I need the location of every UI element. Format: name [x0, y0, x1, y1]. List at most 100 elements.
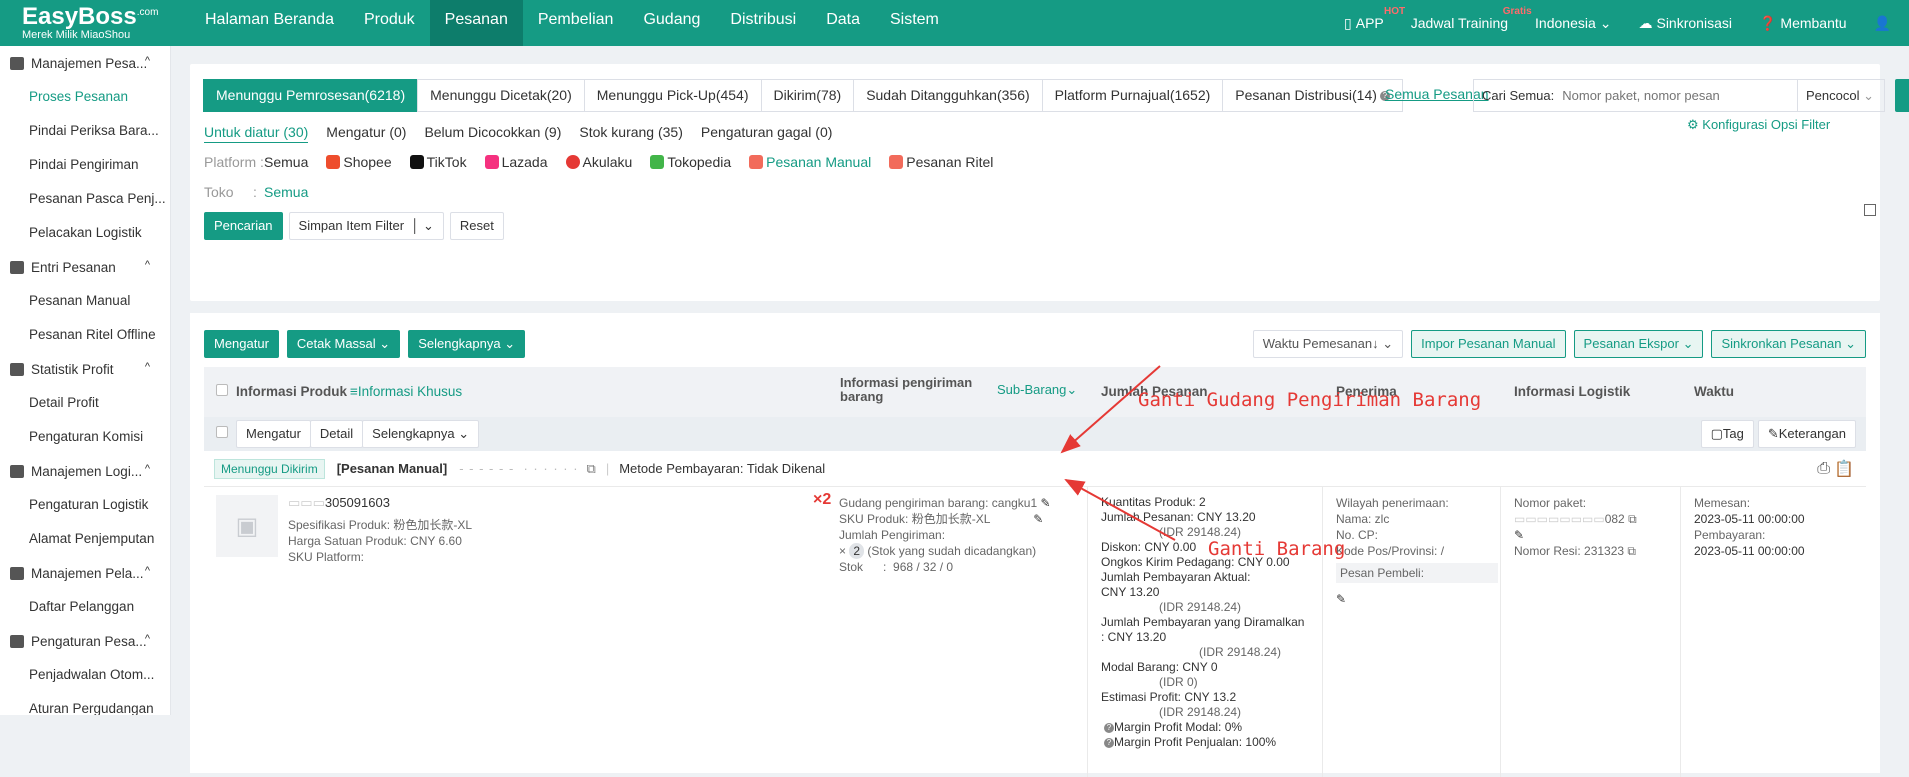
forecast-payment-idr: (IDR 29148.24) [1199, 645, 1282, 659]
platform-lazada[interactable]: Lazada [484, 154, 548, 170]
sidebar-group-order-management[interactable]: Manajemen Pesa... ^ [0, 46, 170, 80]
edit-warehouse-icon[interactable]: ✎ [1040, 496, 1050, 510]
sidebar-group-order-settings[interactable]: Pengaturan Pesa... ^ [0, 624, 170, 658]
copy-icon[interactable]: ⧉ [1628, 512, 1637, 526]
search-filter-button[interactable]: Pencarian [204, 212, 283, 240]
orders-panel: Mengatur Cetak Massal ⌄ Selengkapnya ⌄ W… [190, 313, 1880, 777]
sidebar-item-after-sales[interactable]: Pesanan Pasca Penj... [0, 182, 170, 216]
row-checkbox[interactable] [216, 426, 228, 441]
more-button[interactable]: Selengkapnya ⌄ [408, 330, 526, 358]
reset-button[interactable]: Reset [449, 212, 504, 240]
tab-pending-pickup[interactable]: Menunggu Pick-Up(454) [583, 79, 762, 112]
import-manual-button[interactable]: Impor Pesanan Manual [1411, 330, 1566, 358]
platform-manual[interactable]: Pesanan Manual [749, 154, 871, 170]
sidebar-item-pickup-address[interactable]: Alamat Penjemputan [0, 522, 170, 556]
sidebar-item-offline-retail[interactable]: Pesanan Ritel Offline [0, 318, 170, 352]
nav-purchase[interactable]: Pembelian [523, 0, 629, 46]
save-filter-button[interactable]: Simpan Item Filter │ ⌄ [288, 212, 444, 240]
package-masked: ▭▭▭▭▭▭▭▭ [1514, 512, 1605, 526]
sidebar-item-auto-schedule[interactable]: Penjadwalan Otom... [0, 658, 170, 692]
user-icon[interactable]: 👤 [1874, 15, 1891, 32]
sidebar-item-logistics-settings[interactable]: Pengaturan Logistik [0, 488, 170, 522]
subtab-out-of-stock[interactable]: Stok kurang (35) [579, 124, 683, 143]
nav-orders[interactable]: Pesanan [429, 0, 523, 46]
search-button[interactable]: ⌕ [1895, 79, 1909, 112]
row-arrange-button[interactable]: Mengatur [236, 420, 311, 448]
tab-shipped[interactable]: Dikirim(78) [760, 79, 855, 112]
export-button[interactable]: Pesanan Ekspor ⌄ [1573, 330, 1704, 358]
question-icon: ❓ [1758, 14, 1777, 31]
platform-all[interactable]: Semua [264, 154, 308, 170]
subtab-unmatched[interactable]: Belum Dicocokkan (9) [424, 124, 561, 143]
sidebar-item-customer-list[interactable]: Daftar Pelanggan [0, 590, 170, 624]
help-link[interactable]: ❓ Membantu [1759, 15, 1847, 32]
copy-icon[interactable]: ⧉ [1627, 544, 1636, 558]
sync-link[interactable]: ☁ Sinkronisasi [1638, 15, 1731, 32]
platform-label: Platform : [204, 154, 264, 170]
arrange-button[interactable]: Mengatur [204, 330, 279, 358]
edit-item-icon[interactable]: ✎ [1033, 512, 1043, 526]
help-label: Membantu [1780, 15, 1847, 31]
edit-message-icon[interactable]: ✎ [1336, 591, 1498, 607]
row-detail-button[interactable]: Detail [309, 420, 364, 448]
row-more-button[interactable]: Selengkapnya ⌄ [362, 420, 480, 448]
logo[interactable]: EasyBoss.com Merek Milik MiaoShou [0, 5, 190, 41]
special-info-toggle[interactable]: ≡Informasi Khusus [350, 384, 462, 399]
sidebar-item-warehouse-rules[interactable]: Aturan Pergudangan [0, 692, 170, 715]
match-select[interactable]: Pencocol ⌄ [1798, 79, 1885, 112]
copy-icon[interactable]: ⧉ [587, 461, 596, 477]
app-link[interactable]: ▯ APP HOT [1344, 6, 1405, 32]
sidebar-item-commission[interactable]: Pengaturan Komisi [0, 420, 170, 454]
qty-mark: ×2 [813, 491, 832, 508]
tab-distribution[interactable]: Pesanan Distribusi(14)? [1222, 79, 1403, 112]
training-link[interactable]: Jadwal Training Gratis [1411, 6, 1532, 31]
sidebar-item-scan-shipping[interactable]: Pindai Pengiriman [0, 148, 170, 182]
tab-after-sales[interactable]: Platform Purnajual(1652) [1041, 79, 1224, 112]
search-input[interactable] [1562, 80, 1748, 111]
sidebar-group-logistics[interactable]: Manajemen Logi... ^ [0, 454, 170, 488]
sidebar-item-logistics-tracking[interactable]: Pelacakan Logistik [0, 216, 170, 250]
subtab-arranging[interactable]: Mengatur (0) [326, 124, 406, 143]
subtab-to-arrange[interactable]: Untuk diatur (30) [204, 124, 309, 143]
subtab-failed[interactable]: Pengaturan gagal (0) [701, 124, 833, 143]
tab-suspended[interactable]: Sudah Ditangguhkan(356) [853, 79, 1043, 112]
goods-cost: Modal Barang: CNY 0 [1101, 660, 1218, 674]
clipboard-icon[interactable]: 📋 [1834, 459, 1854, 479]
edit-package-icon[interactable]: ✎ [1514, 527, 1679, 543]
ship-qty-note: (Stok yang sudah dicadangkan) [867, 544, 1037, 558]
platform-tiktok[interactable]: TikTok [409, 154, 467, 170]
platform-retail[interactable]: Pesanan Ritel [889, 154, 993, 170]
nav-distribution[interactable]: Distribusi [715, 0, 811, 46]
nav-home[interactable]: Halaman Beranda [190, 0, 349, 46]
nav-warehouse[interactable]: Gudang [628, 0, 715, 46]
tag-button[interactable]: ▢Tag [1700, 420, 1754, 448]
sidebar-group-customers[interactable]: Manajemen Pela... ^ [0, 556, 170, 590]
sort-time-label: Waktu Pemesanan [1262, 336, 1373, 351]
bulk-print-button[interactable]: Cetak Massal ⌄ [286, 330, 401, 358]
expand-icon[interactable] [1864, 204, 1876, 216]
platform-akulaku[interactable]: Akulaku [565, 154, 632, 170]
sidebar-group-order-entry[interactable]: Entri Pesanan ^ [0, 250, 170, 284]
select-all-checkbox[interactable] [216, 384, 228, 399]
config-filter-link[interactable]: ⚙ Konfigurasi Opsi Filter [1687, 117, 1830, 133]
nav-product[interactable]: Produk [349, 0, 430, 46]
tab-pending-print[interactable]: Menunggu Dicetak(20) [417, 79, 585, 112]
sort-time-select[interactable]: Waktu Pemesanan↓ ⌄ [1252, 330, 1404, 358]
language-select[interactable]: Indonesia ⌄ [1535, 15, 1611, 32]
sidebar-group-profit-stats[interactable]: Statistik Profit ^ [0, 352, 170, 386]
sidebar-item-profit-detail[interactable]: Detail Profit [0, 386, 170, 420]
platform-shopee[interactable]: Shopee [326, 154, 392, 170]
sync-orders-button[interactable]: Sinkronkan Pesanan ⌄ [1711, 330, 1866, 358]
nav-data[interactable]: Data [811, 0, 875, 46]
nav-system[interactable]: Sistem [875, 0, 954, 46]
tab-pending-processing[interactable]: Menunggu Pemrosesan(6218) [203, 79, 419, 112]
store-all[interactable]: Semua [264, 184, 308, 200]
sidebar-item-process-orders[interactable]: Proses Pesanan [0, 80, 170, 114]
chevron-up-icon: ^ [144, 55, 150, 67]
note-button[interactable]: ✎Keterangan [1757, 420, 1856, 448]
platform-tokopedia[interactable]: Tokopedia [650, 154, 731, 170]
sidebar-item-scan-check[interactable]: Pindai Periksa Bara... [0, 114, 170, 148]
sidebar-item-manual-order[interactable]: Pesanan Manual [0, 284, 170, 318]
printer-icon[interactable]: ⎙ [1817, 460, 1830, 478]
subitem-toggle[interactable]: Sub-Barang⌄ [997, 382, 1077, 398]
